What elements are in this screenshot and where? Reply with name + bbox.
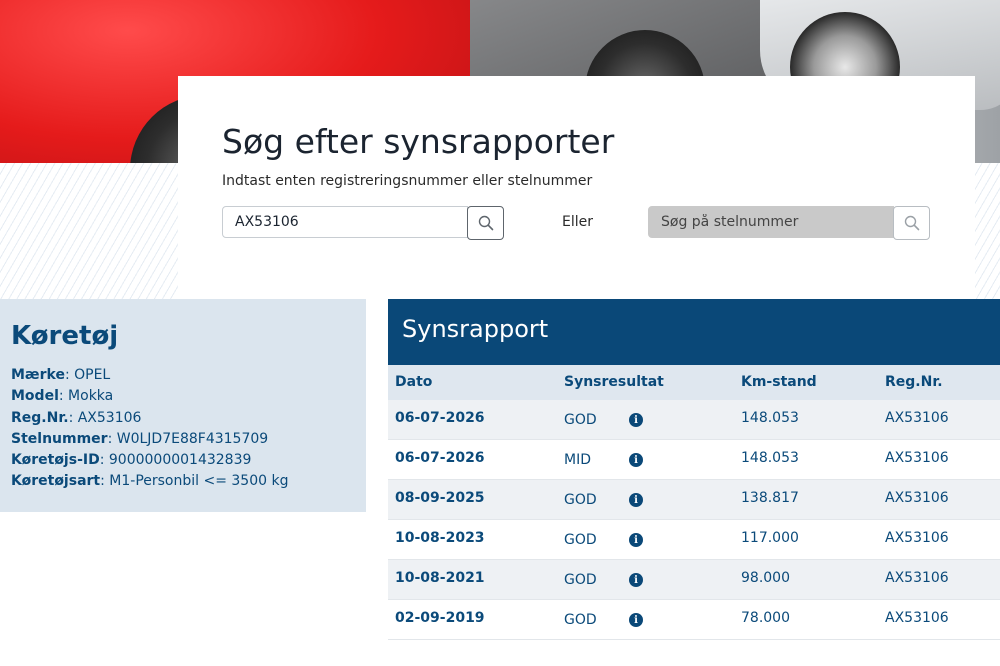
vehicle-details: Mærke: OPEL Model: Mokka Reg.Nr.: AX5310… <box>11 365 288 493</box>
search-instructions: Indtast enten registreringsnummer eller … <box>222 173 593 189</box>
table-row[interactable]: 08-09-2025 GOD i 138.817 AX53106 <box>388 480 1000 520</box>
detail-label: Mærke <box>11 367 65 383</box>
row-reg: AX53106 <box>885 410 949 426</box>
table-header: Dato Synsresultat Km-stand Reg.Nr. <box>388 365 1000 400</box>
detail-value: AX53106 <box>77 409 142 426</box>
detail-value: M1-Personbil <= 3500 kg <box>109 473 289 490</box>
column-header-result: Synsresultat <box>564 374 664 390</box>
detail-label: Reg.Nr. <box>11 409 69 426</box>
row-reg: AX53106 <box>885 530 949 546</box>
report-header: Synsrapport <box>388 299 1000 365</box>
row-km: 78.000 <box>741 610 790 626</box>
row-km: 117.000 <box>741 530 799 546</box>
info-icon[interactable]: i <box>629 573 643 587</box>
search-icon <box>904 215 919 231</box>
vehicle-title: Køretøj <box>11 321 119 351</box>
detail-value: Mokka <box>68 388 114 405</box>
info-icon[interactable]: i <box>629 533 643 547</box>
row-result: GOD <box>564 572 597 588</box>
vehicle-detail-make: Mærke: OPEL <box>11 367 111 383</box>
vehicle-panel: Køretøj Mærke: OPEL Model: Mokka Reg.Nr.… <box>0 299 366 512</box>
row-result: MID <box>564 452 591 468</box>
row-date: 02-09-2019 <box>395 610 485 626</box>
table-row[interactable]: 10-08-2021 GOD i 98.000 AX53106 <box>388 560 1000 600</box>
row-reg: AX53106 <box>885 610 949 626</box>
row-date: 06-07-2026 <box>395 450 485 466</box>
info-icon[interactable]: i <box>629 413 643 427</box>
info-icon[interactable]: i <box>629 613 643 627</box>
row-km: 138.817 <box>741 490 799 506</box>
page-title: Søg efter synsrapporter <box>222 122 615 161</box>
hatch-pattern <box>975 163 1000 299</box>
info-icon[interactable]: i <box>629 453 643 467</box>
row-km: 98.000 <box>741 570 790 586</box>
registration-number-input[interactable] <box>222 206 468 238</box>
row-reg: AX53106 <box>885 490 949 506</box>
row-date: 06-07-2026 <box>395 410 485 426</box>
table-row[interactable]: 06-07-2026 GOD i 148.053 AX53106 <box>388 400 1000 440</box>
column-header-reg: Reg.Nr. <box>885 374 943 390</box>
search-panel: Søg efter synsrapporter Indtast enten re… <box>178 76 975 298</box>
row-km: 148.053 <box>741 450 799 466</box>
vehicle-detail-id: Køretøjs-ID: 9000000001432839 <box>11 452 252 469</box>
row-result: GOD <box>564 492 597 508</box>
vehicle-detail-type: Køretøjsart: M1-Personbil <= 3500 kg <box>11 473 289 490</box>
detail-label: Køretøjsart <box>11 473 101 490</box>
search-icon <box>478 215 493 231</box>
hatch-pattern <box>0 163 178 299</box>
column-header-date: Dato <box>395 374 433 390</box>
vehicle-detail-reg: Reg.Nr.: AX53106 <box>11 409 142 426</box>
table-row[interactable]: 06-07-2026 MID i 148.053 AX53106 <box>388 440 1000 480</box>
vin-search-input[interactable] <box>648 206 894 238</box>
row-result: GOD <box>564 532 597 548</box>
row-result: GOD <box>564 412 597 428</box>
vehicle-detail-vin: Stelnummer: W0LJD7E88F4315709 <box>11 430 269 447</box>
row-reg: AX53106 <box>885 450 949 466</box>
row-reg: AX53106 <box>885 570 949 586</box>
detail-label: Køretøjs-ID <box>11 452 100 469</box>
row-date: 10-08-2021 <box>395 570 485 586</box>
detail-value: 9000000001432839 <box>108 452 252 469</box>
table-row[interactable]: 10-08-2023 GOD i 117.000 AX53106 <box>388 520 1000 560</box>
row-result: GOD <box>564 612 597 628</box>
registration-search-button[interactable] <box>467 206 504 240</box>
row-date: 10-08-2023 <box>395 530 485 546</box>
detail-value: W0LJD7E88F4315709 <box>116 430 269 447</box>
column-header-km: Km-stand <box>741 374 817 390</box>
detail-label: Model <box>11 388 59 405</box>
row-date: 08-09-2025 <box>395 490 485 506</box>
vehicle-detail-model: Model: Mokka <box>11 388 114 405</box>
detail-value: OPEL <box>74 367 111 383</box>
detail-label: Stelnummer <box>11 430 108 447</box>
table-row[interactable]: 02-09-2019 GOD i 78.000 AX53106 <box>388 600 1000 640</box>
vin-search-button[interactable] <box>893 206 930 240</box>
or-label: Eller <box>562 214 593 230</box>
row-km: 148.053 <box>741 410 799 426</box>
report-panel: Synsrapport Dato Synsresultat Km-stand R… <box>388 299 1000 666</box>
info-icon[interactable]: i <box>629 493 643 507</box>
report-title: Synsrapport <box>402 315 549 343</box>
